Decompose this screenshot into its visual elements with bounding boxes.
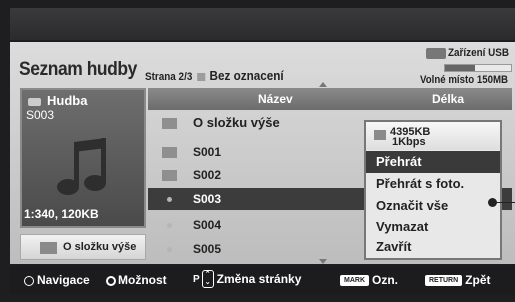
folder-up-label: O složku výše [63,241,137,253]
hint-mark-label: Ozn. [372,273,398,287]
mark-key-icon: MARK [340,275,369,287]
file-meta: 1:340, 120KB [24,207,99,221]
file-bitrate: 1Kbps [392,136,426,148]
folder-up-icon [40,242,57,254]
tv-screen: Seznam hudby Strana 2/3 Bez oznacení Zař… [0,0,515,302]
selected-file-name: S003 [26,108,55,122]
folder-up-icon [162,118,177,129]
table-header: Název Délka [148,88,512,110]
hint-back: RETURN Zpět [425,273,491,287]
storage-bar-fill [445,65,475,71]
preview-box: Hudba S003 1:340, 120KB [20,88,146,228]
menu-item-play[interactable]: Přehrát [366,151,500,173]
menu-item-close[interactable]: Zavřít [366,236,500,258]
usb-icon [426,48,446,59]
menu-item-delete[interactable]: Vymazat [366,216,500,238]
row-name: O složku výše [193,115,280,130]
storage-bar [444,64,512,72]
hint-navigation-label: Navigace [37,273,90,287]
page-title: Seznam hudby [19,59,137,80]
hint-back-label: Zpět [465,273,491,287]
menu-item-play-with-photo[interactable]: Přehrát s foto. [366,173,500,195]
hint-mark: MARK Ozn. [340,273,398,287]
music-note-icon [57,138,106,195]
hint-navigation: Navigace [24,273,90,287]
file-info: 4395KB 1Kbps [366,122,500,150]
page-key-icon: ⌃ ⌄ [201,270,214,288]
hint-page-change-label: Změna stránky [216,272,302,286]
column-name-header: Název [258,92,293,106]
context-menu: 4395KB 1Kbps Přehrát Přehrát s foto. Ozn… [364,120,502,260]
category-label: Hudba [28,93,87,108]
menu-item-label: Označit vše [376,198,449,213]
menu-item-label: Zavřít [376,239,412,254]
ok-button-icon [106,275,116,286]
row-name: S003 [193,192,222,206]
row-name: S005 [193,242,222,256]
usb-device: Zařízení USB [426,46,514,62]
folder-icon [162,170,177,181]
pointer-leader-line [497,202,515,203]
row-name: S004 [193,218,222,232]
folder-up-button[interactable]: O složku výše [20,234,146,260]
menu-item-label: Přehrát [376,154,422,169]
top-band [10,8,515,40]
music-file-icon [167,197,172,202]
free-space: Volné místo 150MB [420,74,509,86]
hint-option-label: Možnost [118,273,167,287]
menu-item-label: Přehrát s foto. [376,176,465,191]
row-name: S002 [193,168,222,182]
category-text: Hudba [47,93,88,108]
scroll-down-arrow-icon[interactable] [319,259,327,264]
navigation-icon [24,275,34,286]
music-category-icon [28,97,41,106]
footer-hint-bar: Navigace Možnost P ⌃ ⌄ Změna stránky MARK Oz… [10,266,515,294]
pointer-marker-icon [488,198,497,207]
music-file-icon [167,247,172,252]
folder-icon [162,147,177,158]
hint-option: Možnost [106,273,167,287]
scroll-up-arrow-icon[interactable] [319,82,327,87]
p-key-label: P [193,274,200,286]
column-length-header: Délka [432,92,465,106]
hint-page-change: P ⌃ ⌄ Změna stránky [193,270,301,288]
music-file-icon [374,130,386,140]
menu-item-mark-all[interactable]: Označit vše [366,195,500,217]
page-label: Strana 2/3 [145,71,193,83]
menu-item-label: Vymazat [376,219,429,234]
mark-status: Bez oznacení [209,68,284,83]
page-indicator: Strana 2/3 Bez oznacení [145,68,284,83]
mark-icon [196,73,205,82]
music-file-icon [167,223,172,228]
usb-device-label: Zařízení USB [448,47,510,59]
row-name: S001 [193,145,222,159]
return-key-icon: RETURN [425,275,463,287]
